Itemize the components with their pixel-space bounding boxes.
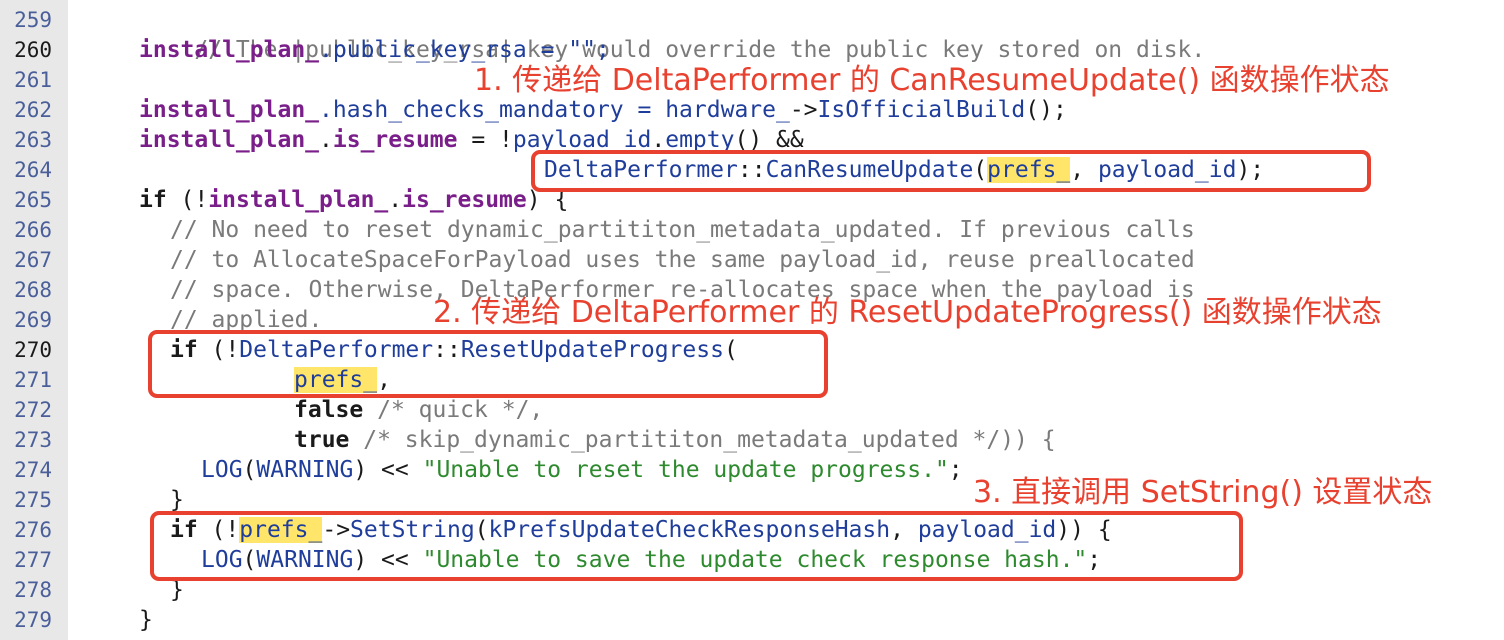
code-token: true (294, 427, 350, 453)
line-number: 264 (14, 158, 52, 182)
code-token: } (139, 607, 153, 633)
code-token: install_plan_ (208, 187, 389, 213)
code-line-274: LOG(WARNING) << "Unable to reset the upd… (201, 455, 963, 485)
code-comment: /* quick */, (363, 397, 544, 423)
highlight-box-reset-update-progress (148, 330, 828, 398)
code-token: . (319, 127, 333, 153)
line-number: 267 (14, 248, 52, 272)
code-string: "Unable to reset the update progress." (422, 457, 949, 483)
code-comment: // to AllocateSpaceForPayload uses the s… (170, 247, 1195, 273)
code-line-265: if (!install_plan_.is_resume) { (139, 185, 568, 215)
code-token: install_plan_ (139, 97, 320, 123)
code-token: (! (166, 187, 209, 213)
code-token: ; (948, 457, 963, 483)
line-number: 273 (14, 428, 52, 452)
line-number: 272 (14, 398, 52, 422)
code-token: .public_key_rsa = ""; (319, 37, 610, 63)
annotation-3: 3. 直接调用 SetString() 设置状态 (973, 475, 1433, 510)
line-number: 260 (14, 38, 52, 62)
highlight-box-can-resume-update (531, 150, 1371, 192)
code-token: is_resume (402, 187, 527, 213)
code-token: LOG (201, 457, 243, 483)
annotation-2: 2. 传递给 DeltaPerformer 的 ResetUpdateProgr… (433, 295, 1382, 330)
line-number: 266 (14, 218, 52, 242)
line-number: 265 (14, 188, 52, 212)
code-token: ) << (353, 457, 423, 483)
line-number: 270 (14, 338, 52, 362)
code-token: WARNING (256, 457, 354, 483)
code-line-266: // No need to reset dynamic_partititon_m… (170, 215, 1195, 245)
line-number: 275 (14, 488, 52, 512)
code-line-267: // to AllocateSpaceForPayload uses the s… (170, 245, 1195, 275)
line-number: 259 (14, 8, 52, 32)
code-token: if (139, 187, 167, 213)
code-token: ( (242, 457, 257, 483)
line-number: 277 (14, 548, 52, 572)
code-line-259: // The |public_key_rsa| key would overri… (139, 5, 1205, 63)
code-token: is_resume (332, 127, 458, 153)
line-number-gutter: 259 260 261 262 263 264 265 266 267 268 … (0, 0, 68, 640)
line-number: 276 (14, 518, 52, 542)
code-line-273: true /* skip_dynamic_partititon_metadata… (294, 425, 1056, 455)
code-token: . (388, 187, 403, 213)
line-number: 279 (14, 608, 52, 632)
code-comment: /* skip_dynamic_partititon_metadata_upda… (349, 427, 1056, 453)
code-viewer: 259 260 261 262 263 264 265 266 267 268 … (0, 0, 1504, 640)
line-number: 274 (14, 458, 52, 482)
code-token: = ! (457, 127, 513, 153)
code-token: install_plan_ (139, 37, 320, 63)
line-number: 269 (14, 308, 52, 332)
annotation-1: 1. 传递给 DeltaPerformer 的 CanResumeUpdate(… (474, 63, 1390, 98)
code-token: false (294, 397, 364, 423)
code-line-279: } (139, 605, 153, 635)
code-line-272: false /* quick */, (294, 395, 543, 425)
line-number: 271 (14, 368, 52, 392)
line-number: 278 (14, 578, 52, 602)
highlight-box-set-string (150, 511, 1243, 581)
code-token: install_plan_ (139, 127, 320, 153)
line-number: 263 (14, 128, 52, 152)
code-token: } (170, 487, 184, 513)
line-number: 262 (14, 98, 52, 122)
code-comment: // No need to reset dynamic_partititon_m… (170, 217, 1195, 243)
line-number: 268 (14, 278, 52, 302)
line-number: 261 (14, 68, 52, 92)
